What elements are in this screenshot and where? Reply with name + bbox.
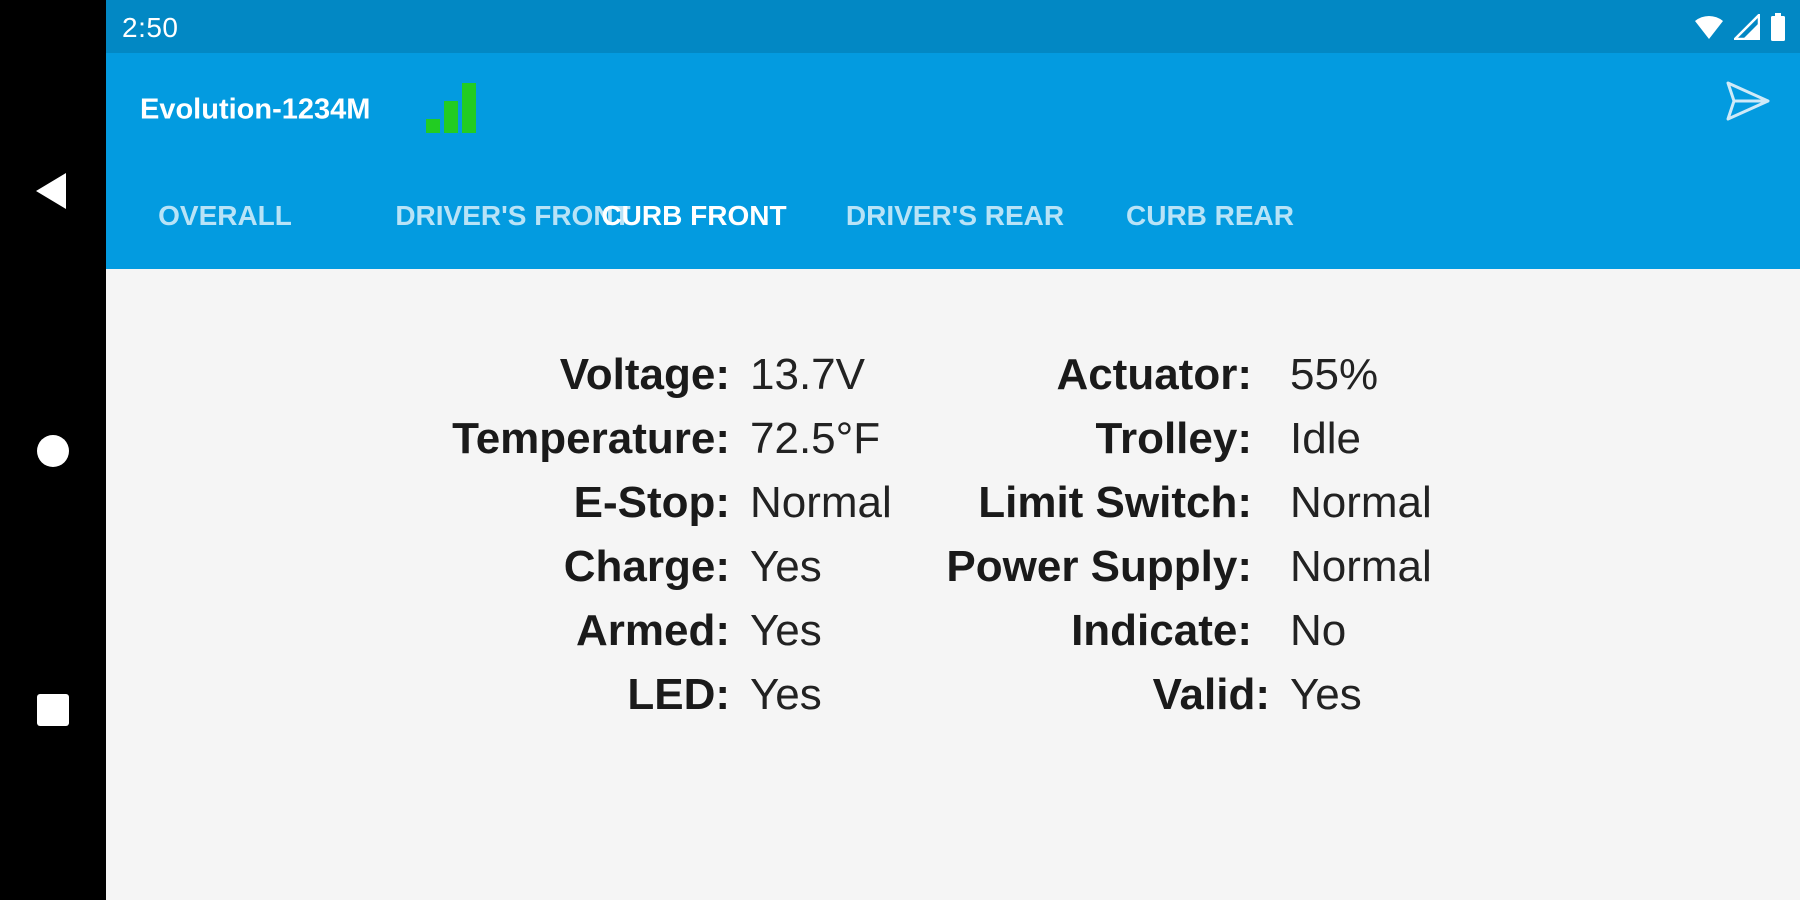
status-bar: 2:50 <box>106 0 1800 53</box>
send-icon <box>1726 81 1770 121</box>
field-label: Indicate: <box>1071 606 1252 655</box>
signal-strength-icon <box>426 83 476 133</box>
field-label: LED: <box>627 670 730 719</box>
back-button[interactable] <box>0 138 106 244</box>
home-button[interactable] <box>0 398 106 504</box>
tab-bar: OVERALL DRIVER'S FRONT CURB FRONT DRIVER… <box>106 163 1800 379</box>
recents-button[interactable] <box>0 657 106 763</box>
status-icons <box>1694 13 1786 41</box>
back-icon <box>36 173 66 209</box>
field-label: E-Stop: <box>573 478 730 527</box>
field-value: Idle <box>1290 414 1361 463</box>
home-icon <box>37 435 69 467</box>
field-value: Normal <box>1290 542 1432 591</box>
tab-overall[interactable]: OVERALL <box>106 163 344 269</box>
app-title: Evolution-1234M <box>140 93 371 126</box>
field-label: Temperature: <box>452 414 730 463</box>
send-button[interactable] <box>1722 75 1774 127</box>
field-label: Actuator: <box>1056 350 1252 399</box>
field-label: Valid: <box>1152 670 1270 719</box>
app-bar: Evolution-1234M OVERALL DRIVER'S FRONT C… <box>106 53 1800 379</box>
status-panel: Voltage: 13.7V Temperature: 72.5°F E-Sto… <box>106 269 1800 900</box>
status-time: 2:50 <box>122 12 179 43</box>
cell-signal-icon <box>1734 14 1760 40</box>
recents-icon <box>37 694 69 726</box>
screen: 2:50 Evolution-1234M OVERALL DRIVER'S FR… <box>0 0 1800 900</box>
field-label: Voltage: <box>559 350 730 399</box>
field-label: Charge: <box>563 542 730 591</box>
field-label: Power Supply: <box>946 542 1252 591</box>
field-label: Trolley: <box>1095 414 1253 463</box>
wifi-icon <box>1695 15 1723 39</box>
field-label: Limit Switch: <box>978 478 1252 527</box>
tab-curb-front[interactable]: CURB FRONT <box>576 163 812 269</box>
field-value: 55% <box>1290 350 1379 399</box>
field-label: Armed: <box>575 606 730 655</box>
battery-icon <box>1771 13 1785 41</box>
system-nav-bar <box>0 0 106 900</box>
tab-curb-rear[interactable]: CURB REAR <box>1098 163 1322 269</box>
field-value: No <box>1290 606 1347 655</box>
field-value: Normal <box>1290 478 1432 527</box>
tab-drivers-rear[interactable]: DRIVER'S REAR <box>812 163 1098 269</box>
field-value: Yes <box>1290 670 1362 719</box>
